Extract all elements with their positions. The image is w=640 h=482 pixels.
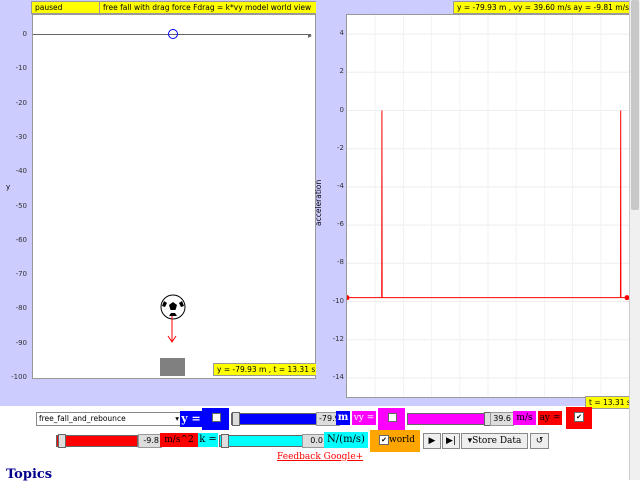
y-tick-label: -10 <box>15 64 27 73</box>
graph-plot <box>346 14 630 398</box>
graph-time-readout: t = 13.31 s <box>585 396 635 409</box>
vy-unit: m/s <box>513 411 536 425</box>
ay-label: ay = <box>538 411 562 425</box>
y-axis-label: y <box>6 183 11 191</box>
world-readout: y = -79.93 m , t = 13.31 s <box>213 363 318 376</box>
origin-marker-icon <box>168 29 178 39</box>
vy-label: vy = <box>352 411 376 425</box>
graph-y-tick-label: 4 <box>339 29 344 38</box>
step-button[interactable]: ▶| <box>442 433 460 449</box>
y-tick-label: -90 <box>15 338 27 347</box>
world-view-title: free fall with drag force Fdrag = k*vy m… <box>99 1 321 14</box>
y-tick-label: 0 <box>22 30 27 38</box>
world-label: world <box>389 435 416 445</box>
vy-value-field[interactable]: 39.6 <box>490 412 514 426</box>
vy-slider[interactable] <box>407 412 492 426</box>
store-data-label: Store Data <box>472 436 522 446</box>
k-unit: N/(m/s) <box>324 432 368 448</box>
y-tick-label: -40 <box>15 167 27 176</box>
ay-slider[interactable] <box>56 434 138 448</box>
acceleration-chart <box>347 15 629 397</box>
ay-unit: m/s^2 <box>160 433 198 447</box>
y-slider-thumb[interactable] <box>232 412 240 426</box>
y-lock-checkbox[interactable] <box>212 413 221 422</box>
ground-block <box>160 358 185 376</box>
reset-icon: ↺ <box>535 436 544 446</box>
scrollbar-thumb[interactable] <box>631 0 639 210</box>
graph-y-tick-label: -10 <box>332 296 344 305</box>
vy-lock-box[interactable] <box>378 408 405 430</box>
graph-y-tick-label: 2 <box>339 67 344 76</box>
k-slider[interactable] <box>219 434 303 448</box>
play-button[interactable]: ▶ <box>423 433 441 449</box>
graph-y-tick-label: -4 <box>337 181 344 190</box>
graph-y-tick-label: -12 <box>332 334 344 343</box>
sim-select-value: free_fall_and_rebounce <box>39 414 126 423</box>
ay-lock-checkbox[interactable]: ✔ <box>574 412 584 422</box>
graph-y-tick-label: -6 <box>337 220 344 229</box>
ay-slider-thumb[interactable] <box>58 434 66 448</box>
y-tick-label: -100 <box>11 373 27 381</box>
graph-y-tick-label: -2 <box>337 143 344 152</box>
world-checkbox[interactable]: ✔ <box>379 434 389 445</box>
world-toggle[interactable]: ✔ world <box>370 430 420 452</box>
y-unit: m <box>336 411 350 425</box>
step-icon: ▶| <box>446 436 456 446</box>
y-slider[interactable] <box>231 412 317 426</box>
y-tick-label: -20 <box>15 98 27 107</box>
acceleration-series-line <box>347 110 627 299</box>
k-label: k = <box>198 433 218 447</box>
reset-button[interactable]: ↺ <box>530 433 549 449</box>
y-tick-label: -50 <box>15 201 27 210</box>
y-lock-box[interactable] <box>202 408 229 430</box>
y-tick-label: -70 <box>15 270 27 279</box>
y-tick-label: -80 <box>15 304 27 313</box>
graph-y-tick-label: 0 <box>339 105 344 114</box>
zero-line-arrow: ▸ <box>308 31 313 40</box>
chevron-down-icon: ▾ <box>175 414 179 423</box>
graph-y-tick-label: -8 <box>337 258 344 267</box>
store-data-button[interactable]: ▾Store Data <box>461 433 528 449</box>
velocity-arrow-icon <box>167 316 177 343</box>
series-end-point <box>347 295 350 301</box>
ay-lock-box[interactable]: ✔ <box>566 407 592 429</box>
status-label: paused <box>31 1 103 14</box>
k-value-field[interactable]: 0.0 <box>302 434 326 448</box>
graph-y-tick-label: -14 <box>332 372 344 381</box>
play-icon: ▶ <box>428 436 436 446</box>
sim-select[interactable]: free_fall_and_rebounce ▾ <box>36 412 182 426</box>
feedback-link[interactable]: Feedback Google+ <box>277 452 363 462</box>
y-tick-label: -30 <box>15 132 27 141</box>
vy-lock-checkbox[interactable] <box>388 413 397 422</box>
y-tick-label: -60 <box>15 235 27 244</box>
graph-readout: y = -79.93 m , vy = 39.60 m/s ay = -9.81… <box>453 1 637 14</box>
page-scrollbar[interactable] <box>629 0 640 480</box>
k-slider-thumb[interactable] <box>221 434 229 448</box>
ay-value-field[interactable]: -9.8 <box>138 434 162 448</box>
y-label: y = <box>180 411 202 427</box>
